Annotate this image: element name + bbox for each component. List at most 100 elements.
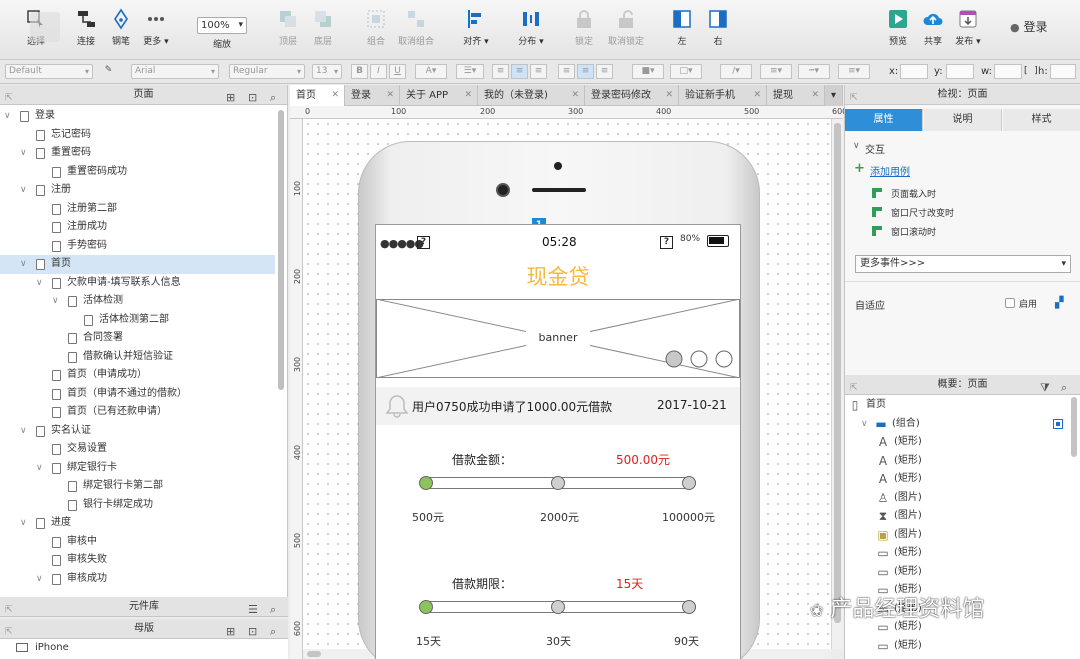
chevron-down-icon[interactable]: ∨ — [20, 422, 30, 440]
library-collapse-icon[interactable]: ⇱ — [5, 600, 13, 620]
align-button[interactable]: 对齐 ▾ — [448, 8, 504, 47]
page-tree-item[interactable]: 忘记密码 — [0, 126, 275, 145]
master-item-iphone[interactable]: iPhone — [0, 639, 288, 659]
login-button[interactable]: ● 登录 — [1010, 18, 1047, 35]
text-align-left-button[interactable]: ≡ — [492, 64, 509, 79]
line-style-button[interactable]: ┅▾ — [798, 64, 830, 79]
style-select[interactable]: Default — [5, 64, 93, 79]
close-icon[interactable]: ✕ — [464, 85, 472, 106]
outline-item[interactable]: A (矩形) — [845, 452, 1075, 471]
font-size-select[interactable]: 13 — [312, 64, 342, 79]
bold-button[interactable]: B — [351, 64, 368, 79]
page-tree-item[interactable]: 借款确认并短信验证 — [0, 348, 275, 367]
page-tree-item[interactable]: ∨ 欠款申请-填写联系人信息 — [0, 274, 275, 293]
page-tree-item[interactable]: ∨ 注册 — [0, 181, 275, 200]
right-button[interactable]: 右 — [690, 8, 746, 47]
term-slider-handle[interactable] — [419, 600, 433, 614]
tab-password-change[interactable]: 登录密码修改 ✕ — [585, 85, 679, 106]
canvas-scroll-thumb[interactable] — [834, 123, 841, 623]
inspector-collapse-icon[interactable]: ⇱ — [850, 88, 858, 108]
chevron-down-icon[interactable]: ∨ — [20, 181, 30, 199]
outline-item[interactable]: ♙ (图片) — [845, 489, 1075, 508]
weight-select[interactable]: Regular — [229, 64, 305, 79]
tab-mine[interactable]: 我的（未登录) ✕ — [478, 85, 585, 106]
tab-notes[interactable]: 说明 — [924, 109, 1002, 131]
event-row-page-load[interactable]: 页面载入时 — [872, 186, 1072, 204]
page-tree-item[interactable]: 首页（已有还款申请） — [0, 403, 275, 422]
tab-about-app[interactable]: 关于 APP ✕ — [400, 85, 478, 106]
page-tree-item[interactable]: 合同签署 — [0, 329, 275, 348]
outline-item[interactable]: ▭ (矩形) — [845, 637, 1075, 656]
chevron-down-icon[interactable]: ∨ — [861, 415, 868, 433]
tab-login[interactable]: 登录 ✕ — [345, 85, 400, 106]
close-icon[interactable]: ✕ — [386, 85, 394, 106]
chevron-down-icon[interactable]: ∨ — [4, 107, 14, 125]
outline-item[interactable]: ∨ ▬ (组合) — [845, 415, 1075, 434]
page-tree-item[interactable]: 手势密码 — [0, 237, 275, 256]
font-select[interactable]: Arial — [131, 64, 219, 79]
page-tree-item[interactable]: ∨ 首页 — [0, 255, 275, 274]
page-tree-item[interactable]: ∨ 审核成功 — [0, 570, 275, 589]
page-tree-item[interactable]: 重置密码成功 — [0, 163, 275, 182]
outline-item[interactable]: ▭ (矩形) — [845, 563, 1075, 582]
valign-top-button[interactable]: ≡ — [558, 64, 575, 79]
font-color-button[interactable]: A▾ — [415, 64, 447, 79]
outline-item[interactable]: A (矩形) — [845, 433, 1075, 452]
outline-search-icon[interactable]: ⌕ — [1061, 378, 1067, 398]
outline-item[interactable]: A (矩形) — [845, 470, 1075, 489]
line-width-button[interactable]: ≡▾ — [760, 64, 792, 79]
chevron-down-icon[interactable]: ∨ — [20, 255, 30, 273]
page-tree-item[interactable]: ∨ 登录 — [0, 107, 275, 126]
page-tree-item[interactable]: ∨ 活体检测 — [0, 292, 275, 311]
distribute-button[interactable]: 分布 ▾ — [503, 8, 559, 47]
chevron-down-icon[interactable]: ∨ — [36, 570, 46, 588]
amount-slider-handle[interactable] — [419, 476, 433, 490]
filter-icon[interactable]: ⧩ — [1040, 378, 1050, 398]
shadow-button[interactable]: □▾ — [670, 64, 702, 79]
outline-item[interactable]: ▣ (图片) — [845, 526, 1075, 545]
add-case-link[interactable]: 添加用例 — [870, 163, 910, 178]
group-marker-icon[interactable] — [1053, 419, 1063, 429]
chevron-down-icon[interactable]: ∨ — [36, 459, 46, 477]
search-icon[interactable]: ⌕ — [270, 88, 276, 108]
chevron-down-icon[interactable]: ∨ — [52, 292, 62, 310]
outline-collapse-icon[interactable]: ⇱ — [850, 378, 858, 398]
close-icon[interactable]: ✕ — [665, 85, 673, 106]
bullet-button[interactable]: ☰▾ — [456, 64, 484, 79]
page-tree-item[interactable]: 注册第二部 — [0, 200, 275, 219]
page-tree-item[interactable]: 首页（申请成功） — [0, 366, 275, 385]
close-icon[interactable]: ✕ — [571, 85, 579, 106]
pages-scrollbar[interactable] — [278, 110, 284, 390]
send-to-bottom-button[interactable]: 底层 — [295, 8, 351, 47]
page-tree-item[interactable]: 活体检测第二部 — [0, 311, 275, 330]
y-input[interactable] — [946, 64, 974, 79]
page-tree-item[interactable]: 交易设置 — [0, 440, 275, 459]
unlock-button[interactable]: 取消锁定 — [598, 8, 654, 47]
chevron-down-icon[interactable]: ∨ — [20, 144, 30, 162]
page-tree-item[interactable]: ∨ 进度 — [0, 514, 275, 533]
chevron-down-icon[interactable]: ∨ — [36, 274, 46, 292]
canvas-hscroll-thumb[interactable] — [307, 651, 321, 657]
event-row-window-resize[interactable]: 窗口尺寸改变时 — [872, 205, 1072, 223]
close-icon[interactable]: ✕ — [331, 85, 339, 106]
text-align-right-button[interactable]: ≡ — [530, 64, 547, 79]
canvas-vertical-scrollbar[interactable] — [831, 119, 843, 649]
w-input[interactable] — [994, 64, 1022, 79]
ungroup-button[interactable]: 取消组合 — [388, 8, 444, 47]
outline-item[interactable]: ▯ 首页 — [845, 396, 1075, 415]
italic-button[interactable]: I — [370, 64, 387, 79]
tab-verify-phone[interactable]: 验证新手机 ✕ — [679, 85, 767, 106]
zoom-select[interactable]: 100% — [197, 17, 247, 34]
close-icon[interactable]: ✕ — [753, 85, 761, 106]
add-page-icon[interactable]: ⊞ — [226, 88, 235, 108]
tab-withdraw[interactable]: 提现 ✕ — [767, 85, 825, 106]
h-input[interactable] — [1050, 64, 1076, 79]
notice-bar[interactable]: 用户0750成功申请了1000.00元借款 2017-10-21 — [376, 387, 740, 425]
page-tree-item[interactable]: 首页（申请不通过的借款） — [0, 385, 275, 404]
style-edit-icon[interactable]: ✎ — [100, 64, 117, 79]
fill-color-button[interactable]: ■▾ — [632, 64, 664, 79]
page-tree-item[interactable]: 绑定银行卡第二部 — [0, 477, 275, 496]
line-color-button[interactable]: ∕▾ — [720, 64, 752, 79]
library-menu-icon[interactable]: ☰ — [248, 600, 258, 620]
valign-bottom-button[interactable]: ≡ — [596, 64, 613, 79]
